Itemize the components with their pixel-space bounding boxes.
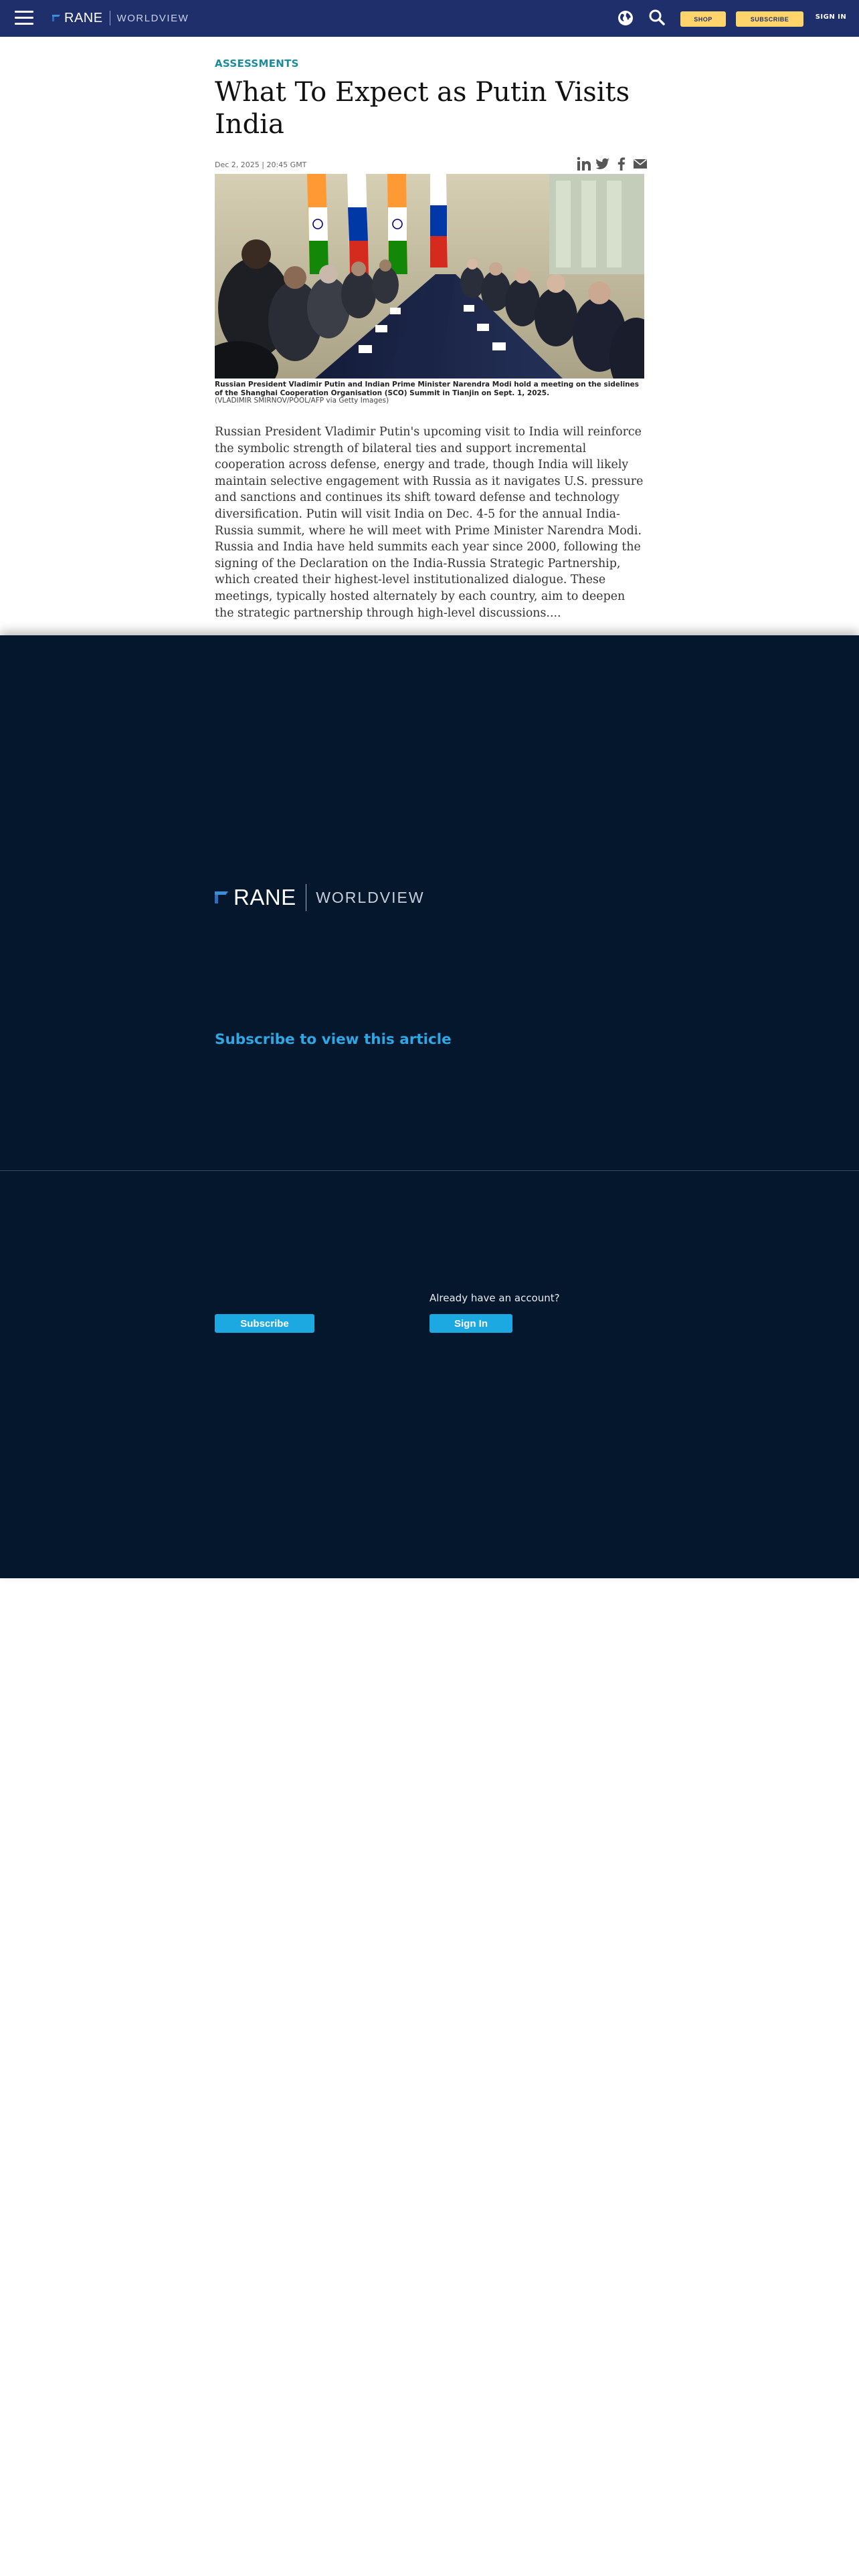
paywall-logo-divider <box>305 884 307 911</box>
linkedin-icon[interactable] <box>577 156 591 171</box>
rane-logo-mark-icon <box>215 891 228 903</box>
paywall-heading: Subscribe to view this article <box>215 1031 452 1048</box>
photo-caption: Russian President Vladimir Putin and Ind… <box>215 381 644 398</box>
twitter-icon[interactable] <box>595 156 610 171</box>
caption-text: Russian President Vladimir Putin and Ind… <box>215 381 640 397</box>
rane-logo-mark-icon <box>52 15 60 21</box>
paywall-product-name: WORLDVIEW <box>316 888 425 906</box>
sign-in-link[interactable]: SIGN IN <box>811 13 851 21</box>
product-name: WORLDVIEW <box>116 12 189 24</box>
paywall-sign-in-button[interactable]: Sign In <box>430 1314 512 1333</box>
shop-button[interactable]: SHOP <box>680 11 726 27</box>
facebook-icon[interactable] <box>614 156 629 171</box>
paywall-subscribe-button[interactable]: Subscribe <box>215 1314 314 1333</box>
paywall-brand-name: RANE <box>233 885 296 909</box>
brand-name: RANE <box>64 10 103 25</box>
article-title: What To Expect as Putin Visits India <box>215 77 630 140</box>
paywall-divider <box>0 1170 859 1171</box>
paywall-logo: RANE WORLDVIEW <box>215 883 425 912</box>
share-bar <box>577 156 648 171</box>
globe-icon[interactable] <box>617 9 634 27</box>
article-date: Dec 2, 2025 | 20:45 GMT <box>215 160 307 169</box>
photo-credit: (VLADIMIR SMIRNOV/POOL/AFP via Getty Ima… <box>215 397 389 405</box>
already-account-text: Already have an account? <box>430 1292 560 1304</box>
article-category[interactable]: ASSESSMENTS <box>215 58 299 70</box>
paywall-overlay: RANE WORLDVIEW Subscribe to view this ar… <box>0 635 859 1578</box>
menu-icon[interactable] <box>15 11 33 25</box>
hero-photo <box>215 174 644 379</box>
article-body: Russian President Vladimir Putin's upcom… <box>215 425 644 620</box>
search-icon[interactable] <box>648 8 666 27</box>
email-icon[interactable] <box>633 156 648 171</box>
rane-logo[interactable]: RANE WORLDVIEW <box>52 9 189 27</box>
subscribe-button[interactable]: SUBSCRIBE <box>736 11 803 27</box>
top-navigation-bar: RANE WORLDVIEW SHOP SUBSCRIBE SIGN IN <box>0 0 859 37</box>
